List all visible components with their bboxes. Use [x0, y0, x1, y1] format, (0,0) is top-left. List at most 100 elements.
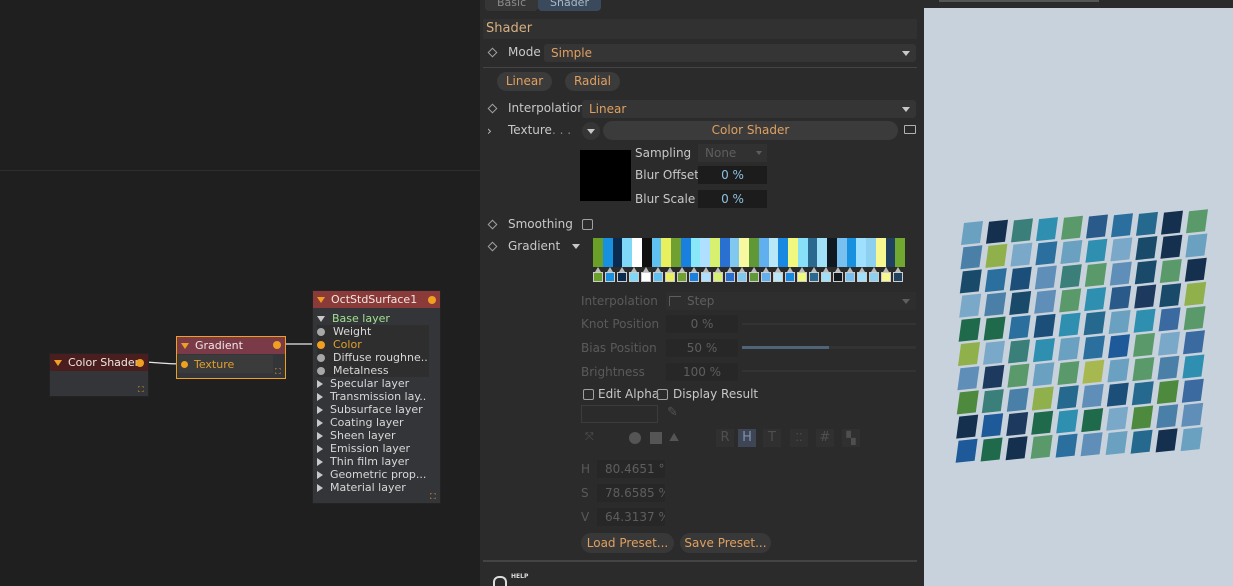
expand-icon[interactable] [317, 457, 323, 466]
layer-group[interactable]: Specular layer [313, 377, 440, 390]
gradient-knot[interactable] [809, 267, 819, 283]
gradient-node[interactable]: Gradient Texture ⛶ [176, 336, 286, 379]
texture-input[interactable]: Texture [178, 355, 273, 373]
folder-icon[interactable] [904, 125, 916, 134]
gradient-node-header[interactable]: Gradient [177, 337, 285, 354]
gradient-knot[interactable] [845, 267, 855, 283]
chevron-down-icon[interactable] [572, 244, 580, 249]
expand-icon[interactable] [317, 483, 323, 492]
collapse-icon[interactable] [54, 359, 62, 366]
gradient-knot[interactable] [773, 267, 783, 283]
gradient-knot[interactable] [689, 267, 699, 283]
texture-shader-button[interactable]: Color Shader [603, 121, 898, 140]
swatches-icon[interactable]: ▚ [842, 429, 860, 447]
tab-basic[interactable]: Basic [485, 0, 539, 11]
bias-position-field[interactable]: 50 % [666, 339, 738, 357]
param-metalness[interactable]: Metalness [317, 364, 429, 377]
load-preset-button[interactable]: Load Preset... [581, 533, 674, 553]
resize-handle-icon[interactable]: ⛶ [430, 493, 438, 501]
oct-node-header[interactable]: OctStdSurface1 [313, 291, 440, 308]
temperature-mode-button[interactable]: T [763, 429, 781, 447]
gradient-knot[interactable] [593, 267, 603, 283]
gradient-knot[interactable] [617, 267, 627, 283]
layer-group[interactable]: Transmission lay.. [313, 390, 440, 403]
wheel-mode-icon[interactable] [629, 432, 641, 444]
gradient-knot[interactable] [797, 267, 807, 283]
knot-position-field[interactable]: 0 % [666, 315, 738, 333]
chevron-right-icon[interactable]: › [487, 124, 492, 138]
gradient-knot[interactable] [629, 267, 639, 283]
keyframe-icon[interactable] [487, 47, 498, 58]
saturation-field[interactable]: 78.6585 % [597, 484, 665, 502]
oct-std-surface-node[interactable]: OctStdSurface1 Base layer Weight Color D… [312, 290, 441, 504]
hsv-mode-button[interactable]: H [738, 429, 756, 447]
expand-icon[interactable] [317, 379, 323, 388]
gradient-knot[interactable] [785, 267, 795, 283]
mode-dropdown[interactable]: Simple [544, 44, 916, 62]
gradient-knot[interactable] [641, 267, 651, 283]
resize-handle-icon[interactable]: ⛶ [275, 368, 283, 376]
gradient-knot[interactable] [869, 267, 879, 283]
layer-group[interactable]: Material layer [313, 481, 440, 494]
blur-offset-field[interactable]: 0 % [698, 166, 767, 184]
layer-group[interactable]: Coating layer [313, 416, 440, 429]
layer-group[interactable]: Geometric prop... [313, 468, 440, 481]
sampling-dropdown[interactable]: None [698, 144, 767, 162]
resize-handle-icon[interactable]: ⛶ [138, 386, 146, 394]
input-port[interactable] [317, 340, 325, 349]
radial-button[interactable]: Radial [565, 72, 620, 91]
gradient-bar[interactable] [593, 238, 905, 267]
color-shader-node[interactable]: Color Shader ⛶ [49, 353, 149, 397]
save-preset-button[interactable]: Save Preset... [680, 533, 771, 553]
texture-menu-button[interactable] [582, 122, 600, 140]
output-port[interactable] [273, 341, 281, 349]
rgb-mode-button[interactable]: R [716, 429, 734, 447]
keyframe-icon[interactable] [487, 241, 498, 252]
gradient-knot[interactable] [737, 267, 747, 283]
layer-group[interactable]: Subsurface layer [313, 403, 440, 416]
gradient-knot[interactable] [821, 267, 831, 283]
knot-interpolation-dropdown[interactable]: Step [666, 292, 916, 310]
output-port[interactable] [428, 296, 436, 304]
gradient-knot[interactable] [857, 267, 867, 283]
node-editor[interactable]: Color Shader ⛶ Gradient Texture ⛶ OctStd… [0, 0, 480, 586]
gradient-knot[interactable] [713, 267, 723, 283]
keyframe-icon[interactable] [487, 219, 498, 230]
edit-alpha-checkbox[interactable] [583, 389, 594, 400]
param-weight[interactable]: Weight [317, 325, 429, 338]
expand-icon[interactable] [317, 418, 323, 427]
input-port[interactable] [317, 353, 325, 362]
gradient-knot[interactable] [701, 267, 711, 283]
input-port[interactable] [317, 327, 325, 336]
gradient-knot[interactable] [677, 267, 687, 283]
gradient-knot[interactable] [893, 267, 903, 283]
display-result-checkbox[interactable] [657, 389, 668, 400]
layer-group[interactable]: Sheen layer [313, 429, 440, 442]
eyedropper-icon[interactable]: ✎ [667, 405, 678, 420]
interpolation-dropdown[interactable]: Linear [582, 100, 916, 118]
param-diffuse-roughness[interactable]: Diffuse roughne.. [317, 351, 429, 364]
layer-group[interactable]: Thin film layer [313, 455, 440, 468]
color-shader-node-header[interactable]: Color Shader [50, 354, 148, 371]
brightness-slider[interactable] [742, 370, 916, 372]
bias-position-slider[interactable] [742, 346, 916, 349]
mixer-icon[interactable]: ⁚⁚ [790, 429, 808, 447]
gradient-knot[interactable] [653, 267, 663, 283]
render-viewport[interactable] [924, 0, 1233, 586]
value-field[interactable]: 64.3137 % [597, 508, 665, 526]
gradient-knot[interactable] [665, 267, 675, 283]
input-port[interactable] [181, 360, 188, 368]
gradient-knot[interactable] [833, 267, 843, 283]
gradient-knot[interactable] [881, 267, 891, 283]
output-port[interactable] [136, 359, 144, 367]
gradient-knot[interactable] [605, 267, 615, 283]
gradient-knot[interactable] [749, 267, 759, 283]
layer-group[interactable]: Emission layer [313, 442, 440, 455]
help-icon[interactable]: HELP [490, 566, 534, 586]
linear-button[interactable]: Linear [497, 72, 552, 91]
collapse-icon[interactable] [317, 296, 325, 303]
square-mode-icon[interactable] [650, 432, 662, 444]
color-swatch[interactable] [581, 405, 658, 423]
gradient-knot[interactable] [725, 267, 735, 283]
expand-icon[interactable] [317, 315, 325, 322]
